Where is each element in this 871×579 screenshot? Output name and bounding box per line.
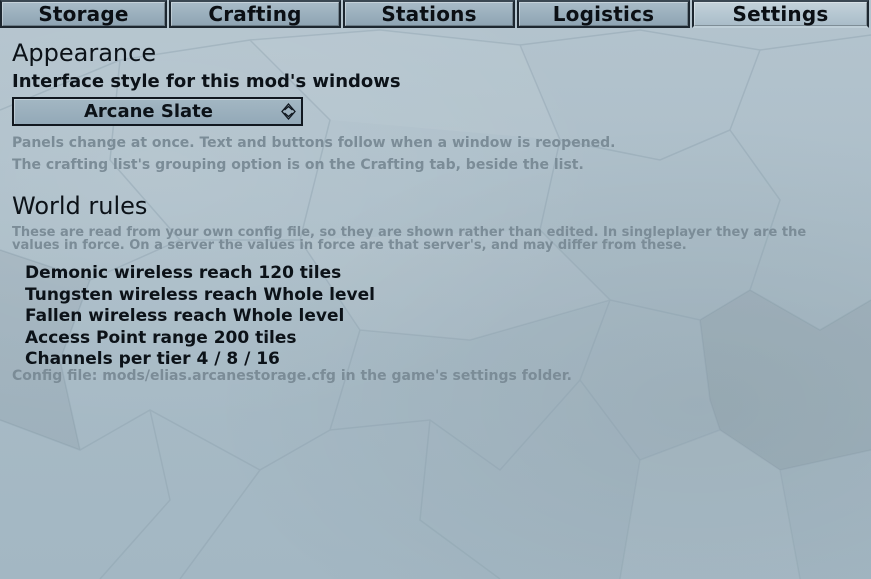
rule-demonic-wireless-reach: Demonic wireless reach 120 tiles (25, 263, 862, 285)
rule-fallen-wireless-reach: Fallen wireless reach Whole level (25, 306, 862, 328)
tab-stations[interactable]: Stations (343, 0, 515, 28)
interface-style-value: Arcane Slate (83, 101, 213, 122)
up-down-chevron-icon (281, 103, 296, 120)
world-rules-description: These are read from your own config file… (12, 225, 807, 253)
settings-content: Appearance Interface style for this mod'… (12, 38, 862, 385)
world-rules-heading: World rules (12, 192, 148, 220)
tab-bar: Storage Crafting Stations Logistics Sett… (0, 0, 871, 28)
rule-name: Tungsten wireless reach (25, 284, 258, 305)
settings-window: Storage Crafting Stations Logistics Sett… (0, 0, 871, 579)
appearance-note-grouping: The crafting list's grouping option is o… (12, 157, 584, 173)
rule-name: Fallen wireless reach (25, 306, 227, 326)
tab-settings[interactable]: Settings (692, 0, 869, 28)
tab-logistics[interactable]: Logistics (517, 0, 690, 28)
rule-name: Access Point range (25, 327, 208, 348)
config-file-path: Config file: mods/elias.arcanestorage.cf… (12, 367, 572, 384)
rule-value: Whole level (263, 284, 375, 305)
interface-style-label: Interface style for this mod's windows (12, 71, 401, 92)
rule-access-point-range: Access Point range 200 tiles (25, 328, 862, 350)
appearance-heading: Appearance (12, 39, 157, 67)
rule-name: Demonic wireless reach (25, 263, 253, 283)
appearance-note-panels: Panels change at once. Text and buttons … (12, 135, 616, 151)
interface-style-select[interactable]: Arcane Slate (12, 97, 303, 126)
world-rules-list: Demonic wireless reach 120 tiles Tungste… (12, 263, 862, 371)
tab-storage[interactable]: Storage (0, 0, 167, 28)
rule-value: Whole level (232, 306, 345, 326)
rule-value: 120 tiles (258, 263, 342, 283)
rule-tungsten-wireless-reach: Tungsten wireless reach Whole level (25, 285, 862, 307)
tab-crafting[interactable]: Crafting (169, 0, 341, 28)
rule-value: 200 tiles (213, 327, 297, 348)
